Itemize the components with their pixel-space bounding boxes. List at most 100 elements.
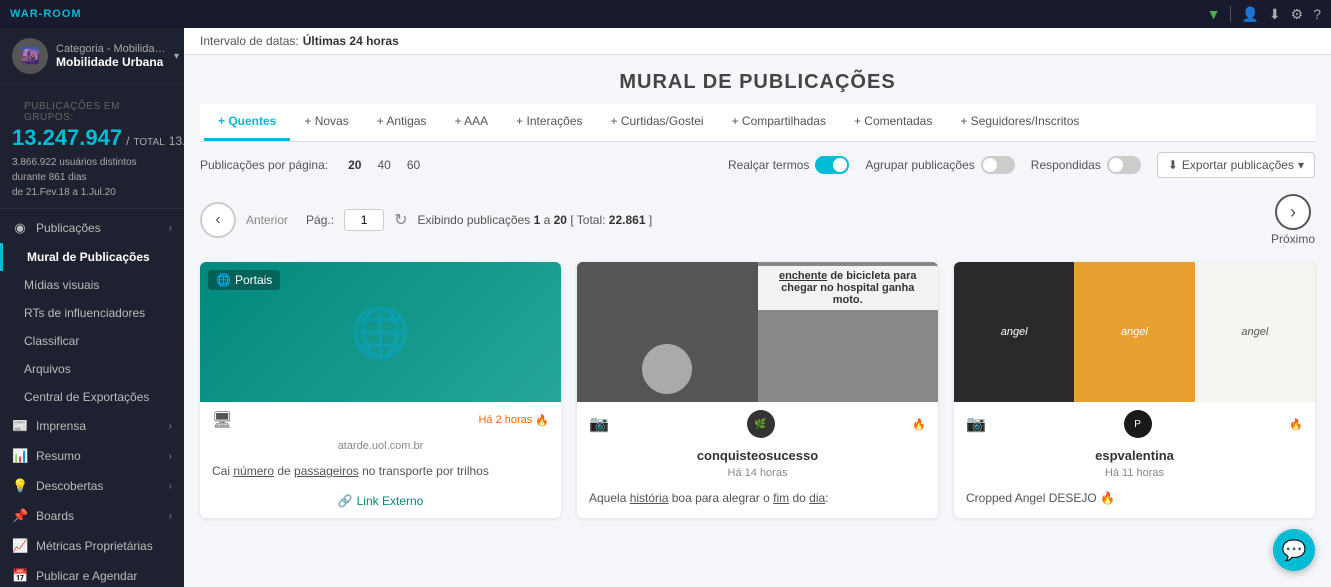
publicacoes-icon: ◉	[12, 220, 28, 236]
per-page-40[interactable]: 40	[373, 156, 394, 174]
sidebar-label-imprensa: Imprensa	[36, 419, 161, 433]
per-page-label: Publicações por página:	[200, 158, 328, 172]
sidebar-item-imprensa[interactable]: 📰 Imprensa ›	[0, 411, 184, 441]
agrupar-group: Agrupar publicações	[865, 156, 1014, 174]
info-text: Exibindo publicações	[417, 213, 530, 227]
sidebar-item-publicacoes[interactable]: ◉ Publicações ›	[0, 213, 184, 243]
sidebar-item-midias[interactable]: Mídias visuais	[0, 271, 184, 299]
content-area: Intervalo de datas: Últimas 24 horas MUR…	[184, 28, 1331, 587]
text-dia: dia	[809, 491, 825, 505]
total-bracket-close: ]	[649, 213, 652, 227]
tab-compartilhadas[interactable]: + Compartilhadas	[718, 104, 840, 141]
export-button[interactable]: ⬇ Exportar publicações ▾	[1157, 152, 1315, 178]
respondidas-label: Respondidas	[1031, 158, 1101, 172]
avatar-esp: P	[1124, 410, 1152, 438]
card-conquisteosucesso: enchente de bicicleta para chegar no hos…	[577, 262, 938, 518]
sidebar-item-descobertas[interactable]: 💡 Descobertas ›	[0, 471, 184, 501]
page-input[interactable]	[344, 209, 384, 231]
publicar-icon: 📅	[12, 568, 28, 584]
stats-main: 13.247.947 / TOTAL 13.247.498	[12, 125, 172, 151]
sidebar-item-rts[interactable]: RTs de influenciadores	[0, 299, 184, 327]
workspace-header[interactable]: 🌆 Categoria - Mobilidade Ur... Mobilidad…	[0, 28, 184, 85]
page-total: 22.861	[609, 213, 646, 227]
stats-days: durante 861 dias	[12, 172, 87, 183]
card-meta-portais: 🖥 Há 2 horas 🔥	[200, 402, 561, 438]
card-author-conquiste: conquisteosucesso	[577, 446, 938, 465]
tab-antigas[interactable]: + Antigas	[363, 104, 441, 141]
sidebar-item-publicar[interactable]: 📅 Publicar e Agendar	[0, 561, 184, 587]
external-link-portais[interactable]: 🔗 Link Externo	[200, 488, 561, 518]
top-bar: WAR-ROOM ▼ 👤 ⬇ ⚙ ?	[0, 0, 1331, 28]
stats-group-label: Publicações em grupos:	[12, 93, 172, 125]
workspace-sub: Mobilidade Urbana	[56, 55, 166, 69]
download-icon[interactable]: ⬇	[1269, 6, 1281, 23]
portal-icon: 🌐	[216, 273, 231, 287]
tab-seguidores[interactable]: + Seguidores/Inscritos	[946, 104, 1093, 141]
main-layout: 🌆 Categoria - Mobilidade Ur... Mobilidad…	[0, 28, 1331, 587]
sidebar-label-descobertas: Descobertas	[36, 479, 161, 493]
sidebar-item-classificar[interactable]: Classificar	[0, 327, 184, 355]
card-domain: atarde.uol.com.br	[200, 438, 561, 454]
agrupar-knob	[983, 158, 997, 172]
sidebar-item-resumo[interactable]: 📊 Resumo ›	[0, 441, 184, 471]
per-page-20[interactable]: 20	[344, 156, 365, 174]
flame-icon-conquiste: 🔥	[912, 418, 926, 431]
tab-novas[interactable]: + Novas	[290, 104, 362, 141]
settings-icon[interactable]: ⚙	[1291, 6, 1304, 23]
sidebar-label-arquivos: Arquivos	[24, 362, 172, 376]
stats-total-label: TOTAL	[133, 137, 164, 148]
sidebar-item-central[interactable]: Central de Exportações	[0, 383, 184, 411]
user-icon[interactable]: 👤	[1241, 6, 1258, 23]
tab-aaa[interactable]: + AAA	[440, 104, 502, 141]
per-page-60[interactable]: 60	[403, 156, 424, 174]
sidebar-item-mural[interactable]: Mural de Publicações	[0, 243, 184, 271]
hot-badge-conquiste: 🔥	[912, 418, 926, 431]
page-from: 1	[534, 213, 541, 227]
filter-icon[interactable]: ▼	[1207, 6, 1221, 22]
card-time-conquiste: Há 14 horas	[577, 465, 938, 481]
next-button[interactable]: ›	[1275, 194, 1311, 230]
help-icon[interactable]: ?	[1313, 6, 1321, 22]
sidebar-label-rts: RTs de influenciadores	[24, 306, 172, 320]
boards-icon: 📌	[12, 508, 28, 524]
respondidas-toggle[interactable]	[1107, 156, 1141, 174]
per-page-options: 20 40 60	[344, 156, 424, 174]
stats-separator: /	[126, 134, 129, 148]
external-link-label: Link Externo	[357, 494, 424, 508]
controls-right: Realçar termos Agrupar publicações Respo…	[728, 152, 1315, 178]
card-time-esp: Há 11 horas	[954, 465, 1315, 481]
page-label: Pág.:	[306, 213, 334, 227]
sidebar-item-boards[interactable]: 📌 Boards ›	[0, 501, 184, 531]
stats-total-value: 13.247.498	[169, 134, 184, 148]
refresh-icon[interactable]: ↻	[394, 210, 407, 230]
chat-button[interactable]: 💬	[1273, 529, 1315, 571]
card-meta-conquiste: 📷 🌿 🔥	[577, 402, 938, 446]
tabs-bar: + Quentes + Novas + Antigas + AAA + Inte…	[200, 104, 1315, 142]
prev-button[interactable]: ‹	[200, 202, 236, 238]
toggle-knob	[833, 158, 847, 172]
instagram-icon-conquiste: 📷	[589, 414, 609, 434]
realcar-toggle[interactable]	[815, 156, 849, 174]
agrupar-toggle[interactable]	[981, 156, 1015, 174]
arrow-icon-descobertas: ›	[169, 481, 172, 492]
content-top-bar: Intervalo de datas: Últimas 24 horas	[184, 28, 1331, 55]
respondidas-group: Respondidas	[1031, 156, 1141, 174]
time-portais: Há 2 horas	[478, 414, 532, 426]
tab-quentes[interactable]: + Quentes	[204, 104, 290, 141]
workspace-text: Categoria - Mobilidade Ur... Mobilidade …	[56, 43, 166, 69]
sidebar-item-metricas[interactable]: 📈 Métricas Proprietárias	[0, 531, 184, 561]
sidebar-item-arquivos[interactable]: Arquivos	[0, 355, 184, 383]
card-portais: 🌐 Portais 🌐 🖥 Há 2 horas 🔥 atarde.uol.co…	[200, 262, 561, 518]
headline-enchente: enchente	[779, 270, 827, 282]
sidebar-label-publicar: Publicar e Agendar	[36, 569, 172, 583]
agrupar-label: Agrupar publicações	[865, 158, 974, 172]
sidebar-nav: ◉ Publicações › Mural de Publicações Míd…	[0, 209, 184, 587]
respondidas-knob	[1109, 158, 1123, 172]
realcar-label: Realçar termos	[728, 158, 809, 172]
stats-users: 3.866.922 usuários distintos	[12, 157, 137, 168]
export-label: Exportar publicações	[1182, 158, 1294, 172]
tab-interacoes[interactable]: + Interações	[502, 104, 596, 141]
tab-comentadas[interactable]: + Comentadas	[840, 104, 946, 141]
realcar-group: Realçar termos	[728, 156, 849, 174]
tab-curtidas[interactable]: + Curtidas/Gostei	[597, 104, 718, 141]
